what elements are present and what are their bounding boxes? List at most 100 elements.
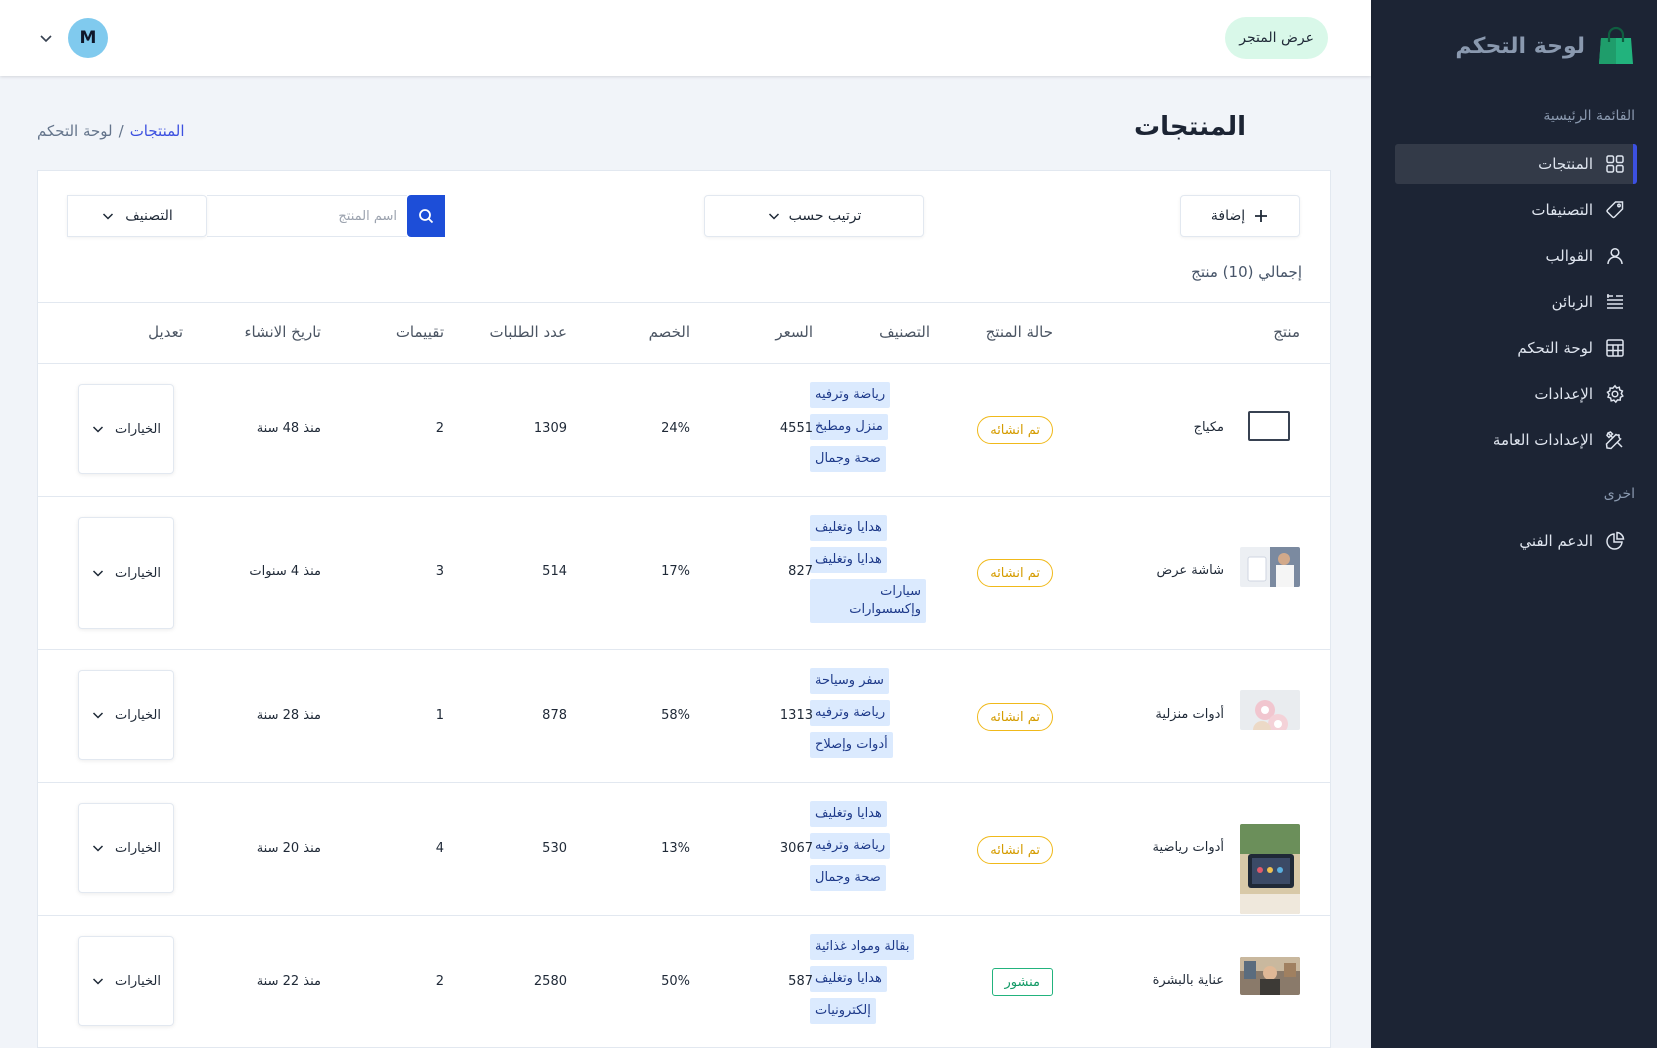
product-thumbnail[interactable]: [1240, 690, 1300, 730]
sidebar-item-support[interactable]: الدعم الفني: [1395, 521, 1637, 561]
price: 4551: [779, 421, 813, 436]
sidebar-item-general-settings[interactable]: الإعدادات العامة: [1395, 420, 1637, 460]
product-thumbnail[interactable]: [1248, 411, 1290, 441]
main-menu-heading: القائمة الرئيسية: [1543, 108, 1635, 124]
product-thumbnail[interactable]: [1240, 547, 1300, 587]
category-tag: رياضة وترفيه: [810, 833, 891, 859]
breadcrumb-current[interactable]: المنتجات: [130, 122, 185, 140]
category-tag: سيارات وإكسسوارات: [810, 579, 926, 623]
table-row: أدوات منزلية تم انشائه سفر وسياحة رياضة …: [38, 650, 1330, 783]
product-name[interactable]: مكياج: [1194, 420, 1224, 435]
status-badge: منشور: [991, 968, 1053, 996]
category-tag: هدايا وتغليف: [810, 515, 887, 541]
avatar[interactable]: M: [68, 18, 108, 58]
column-header-price[interactable]: السعر: [775, 323, 813, 341]
orders-count: 878: [542, 708, 567, 723]
category-tags: سفر وسياحة رياضة وترفيه أدوات وإصلاح: [810, 668, 930, 758]
table-row: أدوات رياضية تم انشائه هدايا وتغليف رياض…: [38, 783, 1330, 916]
product-thumbnail[interactable]: [1240, 824, 1300, 914]
column-header-status[interactable]: حالة المنتج: [986, 323, 1053, 341]
product-image: [1240, 690, 1300, 730]
row-options-button[interactable]: الخيارات: [78, 384, 174, 474]
sidebar-item-label: المنتجات: [1538, 155, 1593, 173]
other-menu-heading: اخرى: [1603, 486, 1635, 502]
plus-icon: [1255, 210, 1268, 222]
add-label: إضافة: [1210, 208, 1246, 224]
row-options-button[interactable]: الخيارات: [78, 517, 174, 629]
sidebar-item-customers[interactable]: الزبائن: [1395, 282, 1637, 322]
product-name[interactable]: أدوات منزلية: [1155, 707, 1224, 722]
column-header-category[interactable]: التصنيف: [879, 323, 930, 341]
price: 587: [788, 974, 813, 989]
product-thumbnail[interactable]: [1240, 957, 1300, 995]
column-header-orders[interactable]: عدد الطلبات: [490, 323, 568, 341]
search-input[interactable]: [207, 195, 407, 237]
category-tags: هدايا وتغليف رياضة وترفيه صحة وجمال: [810, 801, 930, 891]
created-date: منذ 28 سنة: [256, 708, 321, 723]
view-store-button[interactable]: عرض المتجر: [1225, 17, 1328, 59]
row-options-button[interactable]: الخيارات: [78, 936, 174, 1026]
price: 1313: [779, 708, 813, 723]
sidebar-item-templates[interactable]: القوالب: [1395, 236, 1637, 276]
table-icon: [1606, 339, 1624, 357]
products-card: إضافة ترتيب حسب التصنيف إجمالي (10) منتج…: [37, 170, 1331, 1048]
product-name[interactable]: أدوات رياضية: [1153, 840, 1224, 855]
category-select[interactable]: التصنيف: [67, 195, 207, 237]
chevron-down-icon[interactable]: [38, 30, 54, 46]
sidebar-item-products[interactable]: المنتجات: [1395, 144, 1637, 184]
status-badge: تم انشائه: [977, 836, 1053, 864]
category-tags: رياضة وترفيه منزل ومطبخ صحة وجمال: [810, 382, 930, 472]
chevron-down-icon: [92, 712, 104, 719]
sidebar-item-label: الإعدادات العامة: [1492, 431, 1593, 449]
product-name[interactable]: عناية بالبشرة: [1153, 973, 1224, 988]
breadcrumb-root[interactable]: لوحة التحكم: [37, 122, 113, 140]
sidebar-item-dashboard[interactable]: لوحة التحكم: [1395, 328, 1637, 368]
breadcrumb: المنتجات / لوحة التحكم: [37, 122, 185, 140]
category-tag: هدايا وتغليف: [810, 801, 887, 827]
column-header-created[interactable]: تاريخ الانشاء: [244, 323, 321, 341]
category-tag: هدايا وتغليف: [810, 547, 887, 573]
price: 827: [788, 564, 813, 579]
column-header-ratings[interactable]: تقييمات: [396, 323, 444, 341]
sidebar-item-label: التصنيفات: [1531, 201, 1593, 219]
column-header-discount[interactable]: الخصم: [649, 323, 690, 341]
column-header-product[interactable]: منتج: [1273, 323, 1300, 341]
ratings-count: 3: [435, 564, 444, 579]
chevron-down-icon: [92, 426, 104, 433]
row-options-button[interactable]: الخيارات: [78, 803, 174, 893]
sidebar: لوحة التحكم القائمة الرئيسية المنتجات ال…: [1371, 0, 1657, 1048]
chevron-down-icon: [768, 213, 779, 220]
sidebar-item-label: القوالب: [1545, 247, 1593, 265]
category-tags: هدايا وتغليف هدايا وتغليف سيارات وإكسسوا…: [810, 515, 930, 623]
row-options-button[interactable]: الخيارات: [78, 670, 174, 760]
orders-count: 2580: [533, 974, 567, 989]
chevron-down-icon: [92, 978, 104, 985]
other-nav: الدعم الفني: [1395, 521, 1637, 567]
created-date: منذ 22 سنة: [256, 974, 321, 989]
category-tag: صحة وجمال: [810, 446, 886, 472]
product-name[interactable]: شاشة عرض: [1157, 563, 1225, 578]
ratings-count: 2: [435, 974, 444, 989]
sidebar-item-categories[interactable]: التصنيفات: [1395, 190, 1637, 230]
options-label: الخيارات: [115, 707, 161, 723]
discount: 13%: [661, 841, 690, 856]
category-tag: رياضة وترفيه: [810, 700, 891, 726]
brand[interactable]: لوحة التحكم: [1455, 22, 1635, 70]
discount: 24%: [661, 421, 690, 436]
options-label: الخيارات: [115, 565, 161, 581]
orders-count: 530: [542, 841, 567, 856]
search-button[interactable]: [407, 195, 445, 237]
sidebar-item-settings[interactable]: الإعدادات: [1395, 374, 1637, 414]
price: 3067: [779, 841, 813, 856]
column-header-edit: تعديل: [148, 323, 183, 341]
discount: 17%: [661, 564, 690, 579]
sort-dropdown[interactable]: ترتيب حسب: [704, 195, 924, 237]
list-icon: [1607, 294, 1623, 309]
sidebar-item-label: الدعم الفني: [1519, 532, 1593, 550]
shopping-bag-icon: [1599, 26, 1633, 64]
sidebar-item-label: لوحة التحكم: [1517, 339, 1593, 357]
category-tag: رياضة وترفيه: [810, 382, 891, 408]
add-product-button[interactable]: إضافة: [1180, 195, 1300, 237]
table-row: مكياج تم انشائه رياضة وترفيه منزل ومطبخ …: [38, 364, 1330, 497]
breadcrumb-separator: /: [118, 122, 124, 140]
